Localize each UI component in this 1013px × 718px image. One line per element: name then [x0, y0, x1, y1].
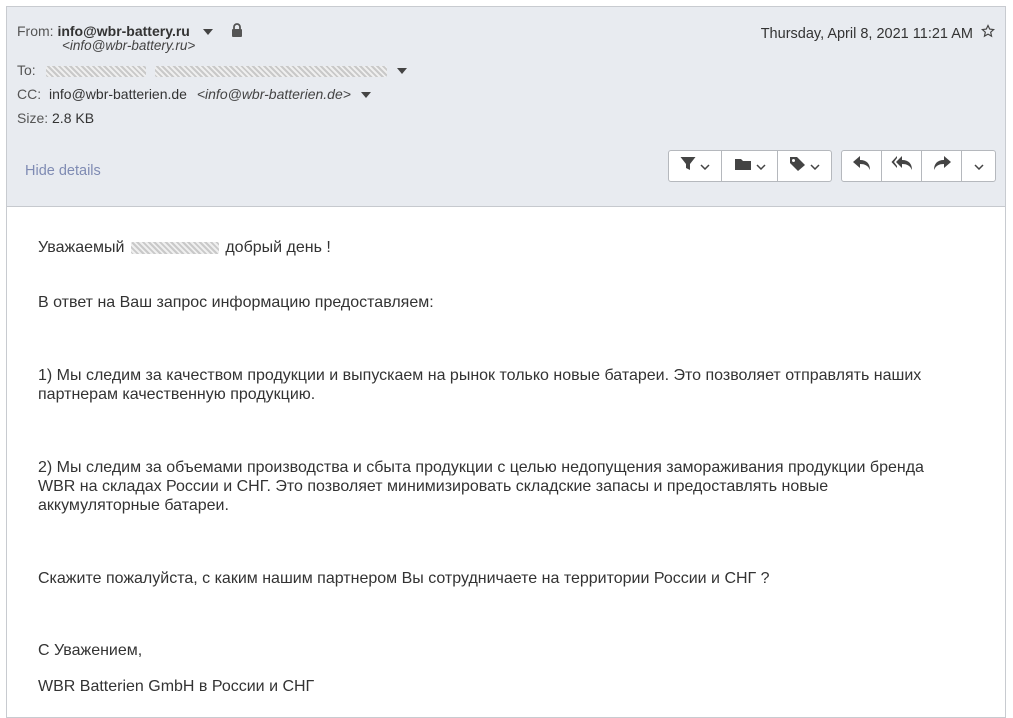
message-date: Thursday, April 8, 2021 11:21 AM — [760, 24, 996, 42]
from-name[interactable]: info@wbr-battery.ru — [57, 23, 189, 39]
from-address: <info@wbr-battery.ru> — [62, 38, 196, 53]
hide-details-link[interactable]: Hide details — [25, 163, 101, 179]
cc-label: CC: — [17, 86, 42, 102]
size-value: 2.8 KB — [52, 110, 95, 126]
closing-line: С Уважением, — [38, 642, 143, 659]
point-1-line-1: 1) Мы следим за качеством продукции и вы… — [38, 367, 922, 384]
chevron-down-icon[interactable] — [202, 29, 213, 36]
reply-button[interactable] — [842, 151, 882, 181]
redacted-recipient-name — [45, 65, 146, 77]
cc-row: CC: info@wbr-batterien.de <info@wbr-batt… — [17, 86, 371, 102]
forward-button[interactable] — [922, 151, 962, 181]
chevron-down-icon — [700, 157, 710, 175]
to-row: To: — [17, 62, 408, 78]
move-folder-button[interactable] — [722, 151, 778, 181]
redacted-recipient-address — [155, 65, 388, 77]
to-label: To: — [17, 62, 36, 78]
chevron-down-icon — [810, 157, 820, 175]
lock-icon — [231, 23, 243, 40]
reply-actions-group — [841, 150, 996, 182]
greeting-suffix: добрый день ! — [225, 239, 331, 256]
folder-icon — [734, 157, 752, 176]
question-paragraph: Скажите пожалуйста, с каким нашим партне… — [38, 570, 770, 587]
point-2-line-2: WBR на складах России и СНГ. Это позволя… — [38, 478, 829, 495]
tag-button[interactable] — [778, 151, 831, 181]
tag-icon — [789, 156, 806, 177]
from-label: From: — [17, 23, 54, 39]
reply-icon — [852, 155, 872, 177]
reply-all-button[interactable] — [882, 151, 922, 181]
date-text: Thursday, April 8, 2021 11:21 AM — [760, 26, 973, 42]
filter-icon — [680, 156, 696, 176]
redacted-recipient-name — [130, 241, 219, 254]
chevron-down-icon — [755, 157, 766, 175]
reply-all-icon — [891, 155, 913, 177]
chevron-down-icon[interactable] — [360, 92, 371, 99]
more-actions-button[interactable] — [962, 151, 995, 181]
cc-name[interactable]: info@wbr-batterien.de — [49, 86, 187, 102]
filter-folder-tag-group — [668, 150, 832, 182]
message-view: From: info@wbr-battery.ru <info@wbr-batt… — [6, 6, 1006, 718]
more-icon — [973, 157, 984, 175]
star-icon[interactable] — [980, 24, 996, 42]
chevron-down-icon[interactable] — [397, 68, 408, 75]
message-header: From: info@wbr-battery.ru <info@wbr-batt… — [7, 7, 1005, 207]
intro-paragraph: В ответ на Ваш запрос информацию предост… — [38, 294, 434, 311]
point-1-line-2: партнерам качественную продукцию. — [38, 386, 316, 403]
greeting-prefix: Уважаемый — [38, 239, 125, 256]
point-2-line-1: 2) Мы следим за объемами производства и … — [38, 459, 924, 476]
forward-icon — [932, 155, 952, 177]
greeting-line: Уважаемый добрый день ! — [38, 238, 331, 258]
point-2-line-3: аккумуляторные батареи. — [38, 497, 229, 514]
filter-button[interactable] — [669, 151, 722, 181]
size-row: Size: 2.8 KB — [17, 110, 94, 126]
cc-address: <info@wbr-batterien.de> — [196, 86, 351, 102]
signature-line: WBR Batterien GmbH в России и СНГ — [38, 678, 315, 695]
size-label: Size: — [17, 110, 49, 126]
